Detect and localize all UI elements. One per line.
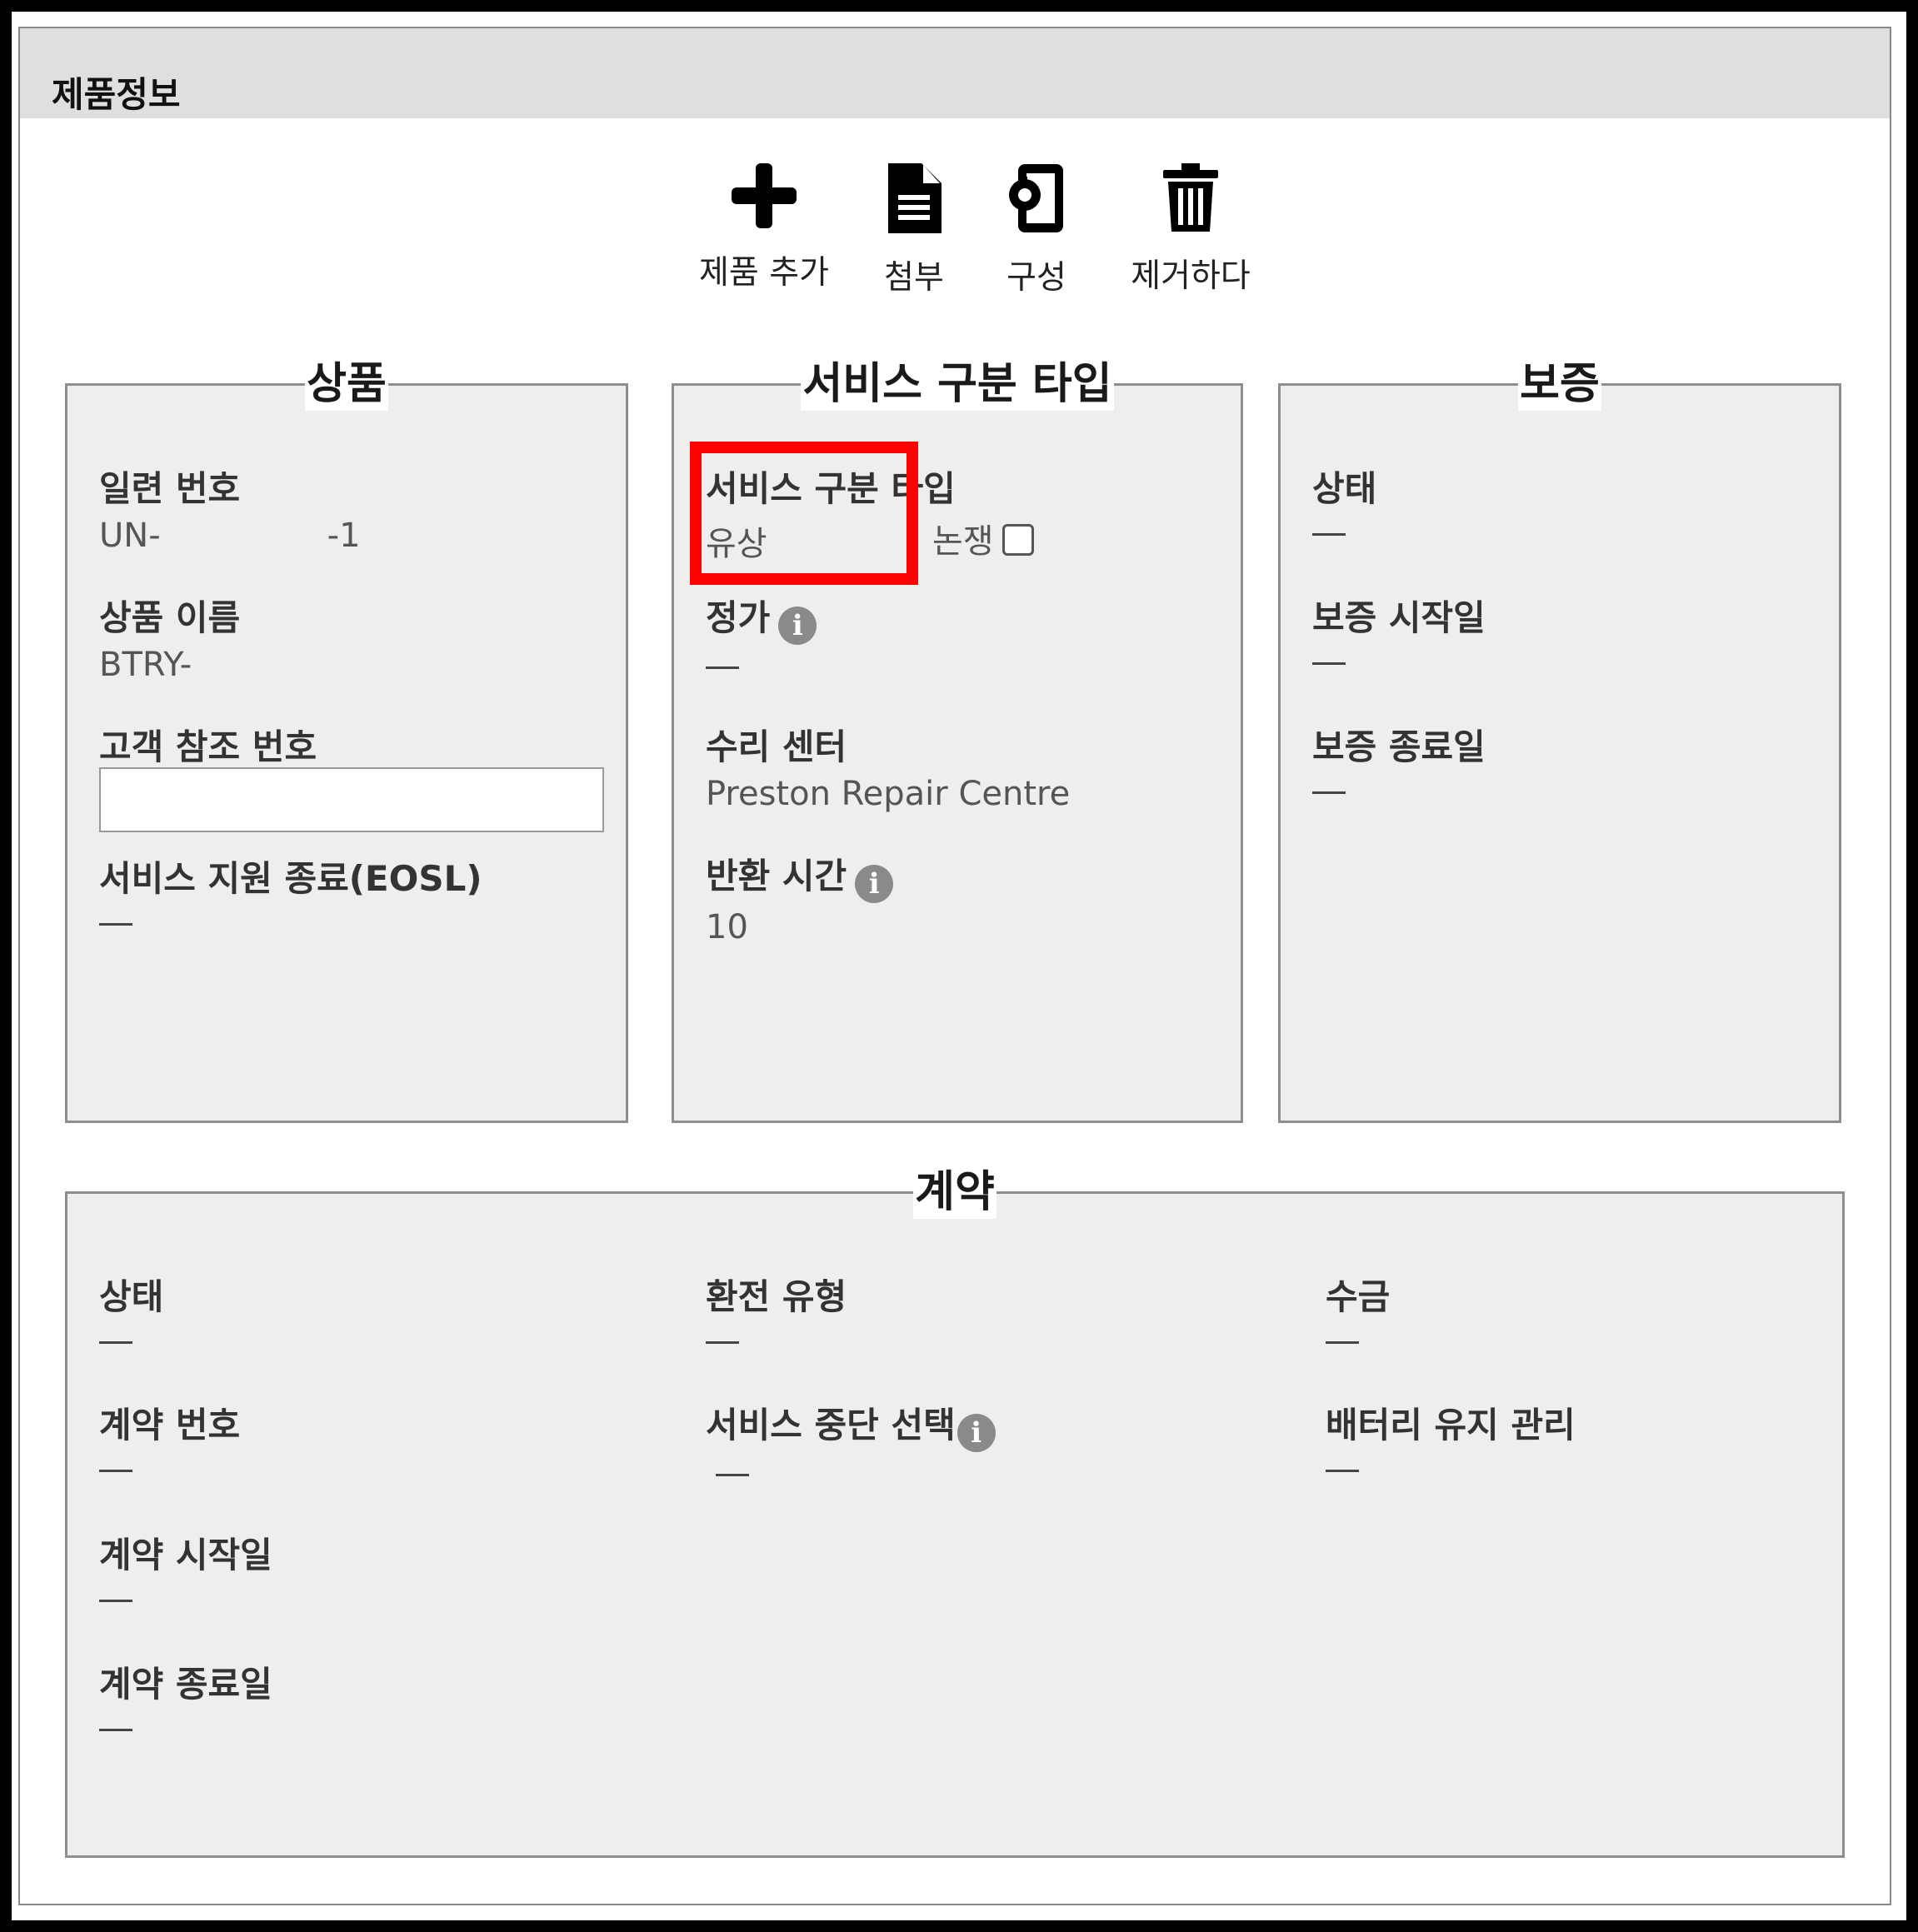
remove-button[interactable]: 제거하다 — [1095, 162, 1286, 297]
document-icon — [888, 163, 942, 233]
collection-value — [1326, 1341, 1359, 1344]
customer-ref-label: 고객 참조 번호 — [99, 726, 317, 767]
add-product-button[interactable]: 제품 추가 — [664, 162, 864, 293]
repair-center-value: Preston Repair Centre — [706, 775, 1071, 813]
contract-start-label: 계약 시작일 — [99, 1535, 272, 1575]
price-label-row: 정가 i — [706, 590, 817, 645]
dispute-checkbox[interactable] — [1001, 524, 1034, 556]
contract-end-label: 계약 종료일 — [99, 1664, 272, 1705]
warranty-status-value — [1312, 533, 1346, 536]
eosl-field: 서비스 지원 종료(EOSL) — [99, 851, 482, 926]
service-type-label: 서비스 구분 타입 — [706, 468, 956, 509]
contract-number-field: 계약 번호 — [99, 1397, 240, 1472]
service-suspension-value — [716, 1474, 749, 1476]
battery-maintenance-field: 배터리 유지 관리 — [1326, 1397, 1576, 1472]
battery-maintenance-label: 배터리 유지 관리 — [1326, 1405, 1576, 1445]
warranty-status-label: 상태 — [1312, 468, 1377, 509]
warranty-panel: 보증 상태 보증 시작일 보증 종료일 — [1278, 357, 1841, 1123]
title-bar: 제품정보 — [20, 28, 1890, 118]
customer-ref-field: 고객 참조 번호 — [99, 719, 317, 770]
service-suspension-field: 서비스 중단 선택 i — [706, 1397, 996, 1476]
warranty-start-field: 보증 시작일 — [1312, 590, 1486, 665]
customer-ref-input[interactable] — [99, 767, 604, 832]
info-icon[interactable]: i — [778, 607, 817, 645]
device-settings-icon — [1009, 164, 1063, 232]
config-button[interactable]: 구성 — [986, 162, 1086, 298]
product-panel: 상품 일련 번호 UN- -1 상품 이름 BTRY- 고객 참조 번호 서비스 … — [65, 357, 628, 1123]
contract-number-label: 계약 번호 — [99, 1405, 241, 1445]
price-label: 정가 — [706, 597, 771, 638]
service-legend: 서비스 구분 타입 — [801, 357, 1114, 411]
repair-center-label: 수리 센터 — [706, 726, 847, 767]
contract-number-value — [99, 1470, 132, 1472]
serial-label: 일련 번호 — [99, 468, 241, 509]
contract-end-field: 계약 종료일 — [99, 1656, 272, 1731]
battery-maintenance-value — [1326, 1470, 1359, 1472]
attach-button[interactable]: 첨부 — [864, 162, 964, 298]
serial-value: UN- -1 — [99, 517, 361, 555]
product-name-field: 상품 이름 BTRY- — [99, 590, 240, 684]
product-name-label: 상품 이름 — [99, 597, 241, 638]
contract-start-field: 계약 시작일 — [99, 1527, 272, 1602]
service-type-value: 유상 — [706, 525, 767, 563]
warranty-start-label: 보증 시작일 — [1312, 597, 1486, 638]
refund-type-label: 환전 유형 — [706, 1276, 847, 1317]
service-type-field: 서비스 구분 타입 유상 — [706, 461, 956, 565]
return-time-label-row: 반환 시간 i — [706, 848, 894, 903]
contract-status-field: 상태 — [99, 1269, 163, 1344]
contract-end-value — [99, 1729, 132, 1731]
dispute-field[interactable]: 논쟁 — [932, 514, 1034, 562]
warranty-end-value — [1312, 791, 1346, 794]
warranty-end-label: 보증 종료일 — [1312, 726, 1486, 767]
contract-panel: 계약 상태 계약 번호 계약 시작일 계약 종료일 환전 유형 서비스 중단 선… — [65, 1166, 1845, 1858]
price-value — [706, 666, 739, 669]
warranty-start-value — [1312, 662, 1346, 665]
repair-center-field: 수리 센터 Preston Repair Centre — [706, 719, 1070, 813]
return-time-value: 10 — [706, 908, 748, 946]
eosl-label: 서비스 지원 종료(EOSL) — [99, 858, 482, 899]
attach-label: 첨부 — [884, 259, 944, 297]
return-time-field: 반환 시간 i 10 — [706, 848, 894, 946]
product-legend: 상품 — [305, 357, 388, 411]
eosl-value — [99, 923, 132, 926]
service-suspension-label: 서비스 중단 선택 — [706, 1405, 956, 1445]
warranty-status-field: 상태 — [1312, 461, 1376, 536]
collection-field: 수금 — [1326, 1269, 1390, 1344]
refund-type-field: 환전 유형 — [706, 1269, 847, 1344]
contract-legend: 계약 — [913, 1166, 996, 1219]
price-field: 정가 i — [706, 590, 817, 669]
service-suspension-label-row: 서비스 중단 선택 i — [706, 1397, 996, 1452]
product-info-container: 제품정보 제품 추가 첨부 구성 제거하다 상품 일련 번호 UN- -1 상품… — [18, 27, 1891, 1905]
info-icon[interactable]: i — [957, 1414, 996, 1452]
return-time-label: 반환 시간 — [706, 856, 847, 896]
contract-status-value — [99, 1341, 132, 1344]
info-icon[interactable]: i — [855, 865, 894, 903]
product-name-value: BTRY- — [99, 646, 192, 684]
warranty-end-field: 보증 종료일 — [1312, 719, 1486, 794]
config-label: 구성 — [1006, 259, 1066, 297]
service-panel: 서비스 구분 타입 서비스 구분 타입 유상 논쟁 정가 i 수리 센터 Pres… — [672, 357, 1243, 1123]
dispute-label: 논쟁 — [932, 522, 994, 561]
add-product-label: 제품 추가 — [699, 254, 829, 292]
warranty-legend: 보증 — [1518, 357, 1601, 411]
window-frame: 제품정보 제품 추가 첨부 구성 제거하다 상품 일련 번호 UN- -1 상품… — [12, 12, 1906, 1920]
remove-label: 제거하다 — [1131, 257, 1251, 295]
contract-start-value — [99, 1600, 132, 1602]
refund-type-value — [706, 1341, 739, 1344]
page-title: 제품정보 — [52, 74, 181, 115]
trash-icon — [1163, 163, 1218, 232]
contract-status-label: 상태 — [99, 1276, 164, 1317]
collection-label: 수금 — [1326, 1276, 1391, 1317]
serial-field: 일련 번호 UN- -1 — [99, 461, 361, 555]
plus-icon — [732, 163, 797, 228]
